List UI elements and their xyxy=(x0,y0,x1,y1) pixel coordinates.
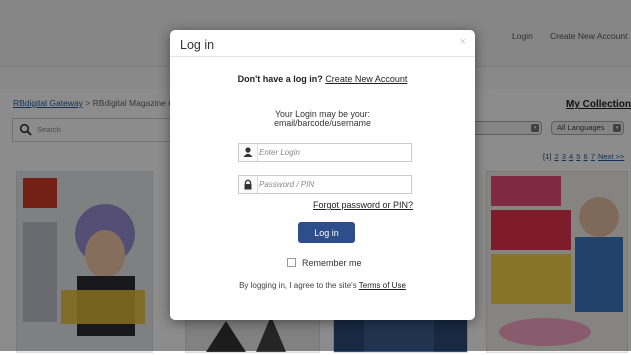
password-input[interactable] xyxy=(259,177,409,192)
modal-title: Log in xyxy=(180,38,215,52)
user-icon xyxy=(239,144,258,161)
password-field xyxy=(238,175,412,194)
login-modal: Log in × Don't have a log in? Create New… xyxy=(170,30,475,320)
lock-icon xyxy=(239,176,258,193)
terms-agreement-text: By logging in, I agree to the site's xyxy=(239,281,357,290)
create-account-link[interactable]: Create New Account xyxy=(325,74,407,84)
login-input[interactable] xyxy=(259,145,409,160)
login-button[interactable]: Log in xyxy=(298,222,355,243)
close-icon[interactable]: × xyxy=(460,36,466,48)
terms-of-use-link[interactable]: Terms of Use xyxy=(359,281,406,290)
login-hint: Your Login may be your: email/barcode/us… xyxy=(170,110,475,128)
terms-agreement: By logging in, I agree to the site's Ter… xyxy=(170,281,475,290)
login-field xyxy=(238,143,412,162)
remember-me-label: Remember me xyxy=(302,258,362,268)
forgot-password-link[interactable]: Forgot password or PIN? xyxy=(313,200,413,210)
remember-me[interactable]: Remember me xyxy=(287,258,362,268)
modal-header-divider xyxy=(170,56,475,57)
no-account-prompt: Don't have a log in? Create New Account xyxy=(170,74,475,84)
remember-me-checkbox[interactable] xyxy=(287,258,296,267)
login-hint-line-2: email/barcode/username xyxy=(274,118,371,128)
no-account-text: Don't have a log in? xyxy=(237,74,323,84)
